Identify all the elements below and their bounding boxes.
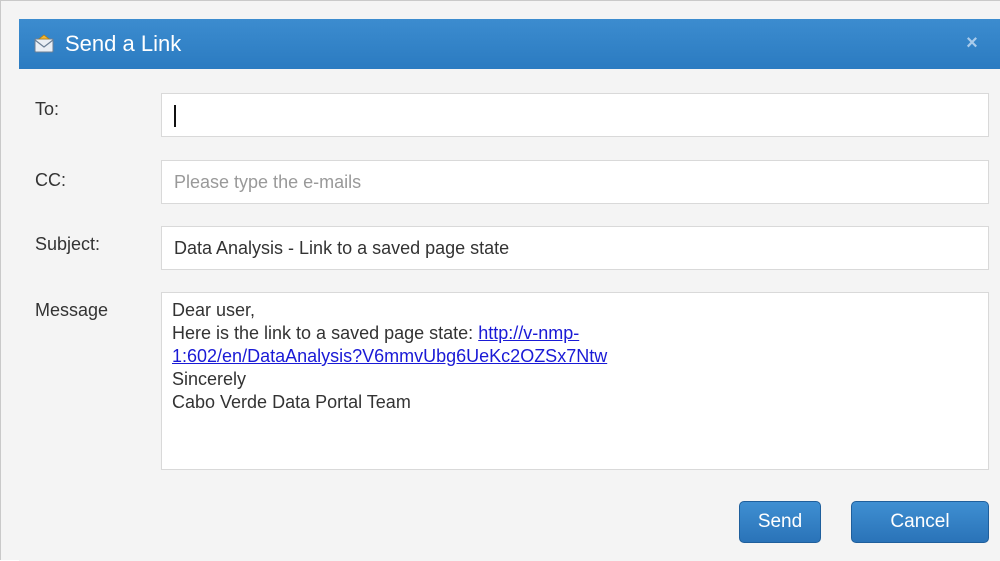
message-intro-line: Here is the link to a saved page state: … xyxy=(172,322,978,345)
cancel-button[interactable]: Cancel xyxy=(851,501,989,543)
saved-state-link-part1[interactable]: http://v-nmp- xyxy=(478,323,579,343)
message-signoff: Sincerely xyxy=(172,369,247,389)
message-field[interactable]: Dear user, Here is the link to a saved p… xyxy=(161,292,989,470)
dialog-titlebar: Send a Link × xyxy=(19,19,1000,69)
message-signature: Cabo Verde Data Portal Team xyxy=(172,392,411,412)
message-intro: Here is the link to a saved page state: xyxy=(172,323,479,343)
send-button[interactable]: Send xyxy=(739,501,821,543)
close-icon[interactable]: × xyxy=(961,32,983,54)
message-link-line: 1:602/en/DataAnalysis?V6mmvUbg6UeKc2OZSx… xyxy=(172,345,978,368)
message-label: Message xyxy=(35,300,109,320)
to-field[interactable] xyxy=(161,93,989,137)
message-greeting: Dear user, xyxy=(172,300,256,320)
text-caret xyxy=(174,105,176,127)
send-link-dialog: Send a Link × To: CC: Please type the e-… xyxy=(0,0,1000,561)
mail-icon xyxy=(33,33,55,55)
to-label: To: xyxy=(35,99,60,119)
subject-field[interactable]: Data Analysis - Link to a saved page sta… xyxy=(161,226,989,270)
subject-value: Data Analysis - Link to a saved page sta… xyxy=(174,238,510,258)
saved-state-link-part2[interactable]: 1:602/en/DataAnalysis?V6mmvUbg6UeKc2OZSx… xyxy=(172,346,607,366)
cc-field[interactable]: Please type the e-mails xyxy=(161,160,989,204)
cc-label: CC: xyxy=(35,170,66,190)
dialog-title: Send a Link xyxy=(65,31,182,56)
dialog-body: To: CC: Please type the e-mails Subject:… xyxy=(19,69,1000,561)
cc-placeholder: Please type the e-mails xyxy=(174,172,362,192)
subject-label: Subject: xyxy=(35,234,101,254)
